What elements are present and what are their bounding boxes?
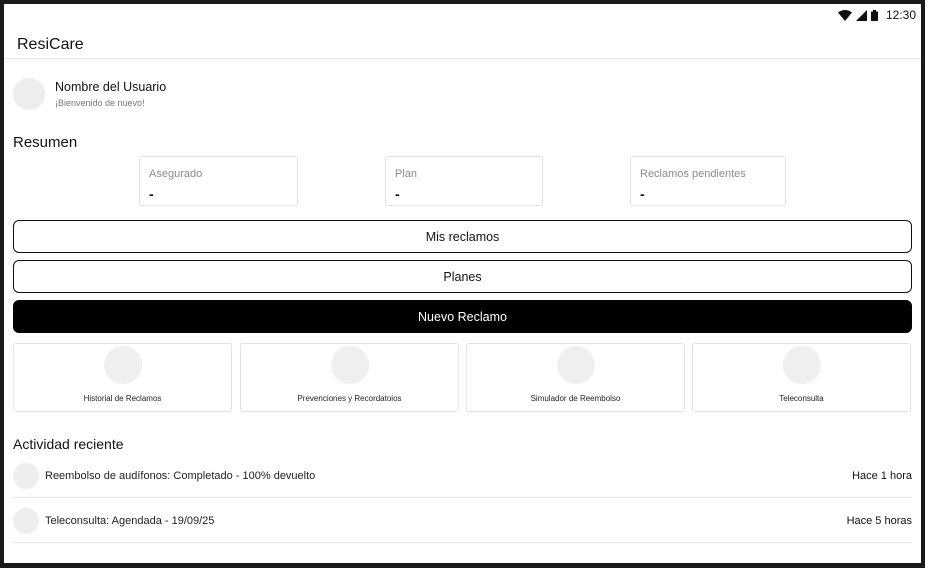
wifi-icon [837, 9, 852, 21]
new-claim-button[interactable]: Nuevo Reclamo [13, 300, 912, 333]
tile-label: Teleconsulta [779, 394, 824, 403]
summary-title: Resumen [13, 134, 78, 151]
summary-card-value: - [640, 186, 645, 202]
device-frame: 12:30 ResiCare Nombre del Usuario ¡Bienv… [0, 0, 925, 568]
summary-card-plan: Plan - [385, 156, 543, 206]
simulator-icon [556, 346, 595, 384]
tile-claims-history[interactable]: Historial de Reclamos [13, 343, 232, 412]
status-bar: 12:30 [4, 4, 921, 26]
activity-item[interactable]: Reembolso de audífonos: Completado - 100… [13, 454, 912, 498]
tile-label: Prevenciones y Recordatoios [297, 394, 402, 403]
summary-card-pending-claims: Reclamos pendientes - [630, 156, 786, 206]
tile-reimbursement-simulator[interactable]: Simulador de Reembolso [466, 343, 685, 412]
battery-icon [870, 9, 878, 21]
avatar[interactable] [13, 78, 45, 110]
recent-activity-title: Actividad reciente [13, 436, 124, 452]
reminders-icon [330, 346, 369, 384]
user-greeting: ¡Bienvenido de nuevo! [55, 98, 145, 108]
summary-card-label: Asegurado [149, 168, 203, 180]
status-time: 12:30 [885, 8, 916, 22]
activity-item[interactable]: Teleconsulta: Agendada - 19/09/25 Hace 5… [13, 499, 912, 543]
tile-label: Historial de Reclamos [83, 394, 162, 403]
user-info: Nombre del Usuario ¡Bienvenido de nuevo! [55, 80, 166, 108]
cell-signal-icon [855, 9, 867, 21]
activity-time: Hace 1 hora [852, 470, 912, 482]
summary-card-label: Plan [395, 168, 418, 180]
app-bar: ResiCare [4, 26, 921, 59]
activity-text: Teleconsulta: Agendada - 19/09/25 [45, 515, 215, 527]
app-title: ResiCare [17, 36, 84, 53]
activity-time: Hace 5 horas [846, 515, 912, 527]
user-header: Nombre del Usuario ¡Bienvenido de nuevo! [13, 78, 166, 110]
claims-history-icon [103, 346, 142, 384]
activity-icon [13, 463, 39, 489]
activity-text: Reembolso de audífonos: Completado - 100… [45, 470, 316, 482]
activity-icon [13, 508, 39, 534]
summary-card-insured: Asegurado - [139, 156, 298, 206]
summary-card-label: Reclamos pendientes [640, 168, 746, 180]
plans-button[interactable]: Planes [13, 260, 912, 293]
tile-teleconsultation[interactable]: Teleconsulta [692, 343, 911, 412]
summary-card-value: - [149, 186, 154, 202]
my-claims-button[interactable]: Mis reclamos [13, 220, 912, 253]
tile-label: Simulador de Reembolso [530, 394, 621, 403]
tile-preventions-reminders[interactable]: Prevenciones y Recordatoios [240, 343, 459, 412]
user-name: Nombre del Usuario [55, 80, 167, 94]
teleconsultation-icon [782, 346, 821, 384]
summary-card-value: - [395, 186, 400, 202]
